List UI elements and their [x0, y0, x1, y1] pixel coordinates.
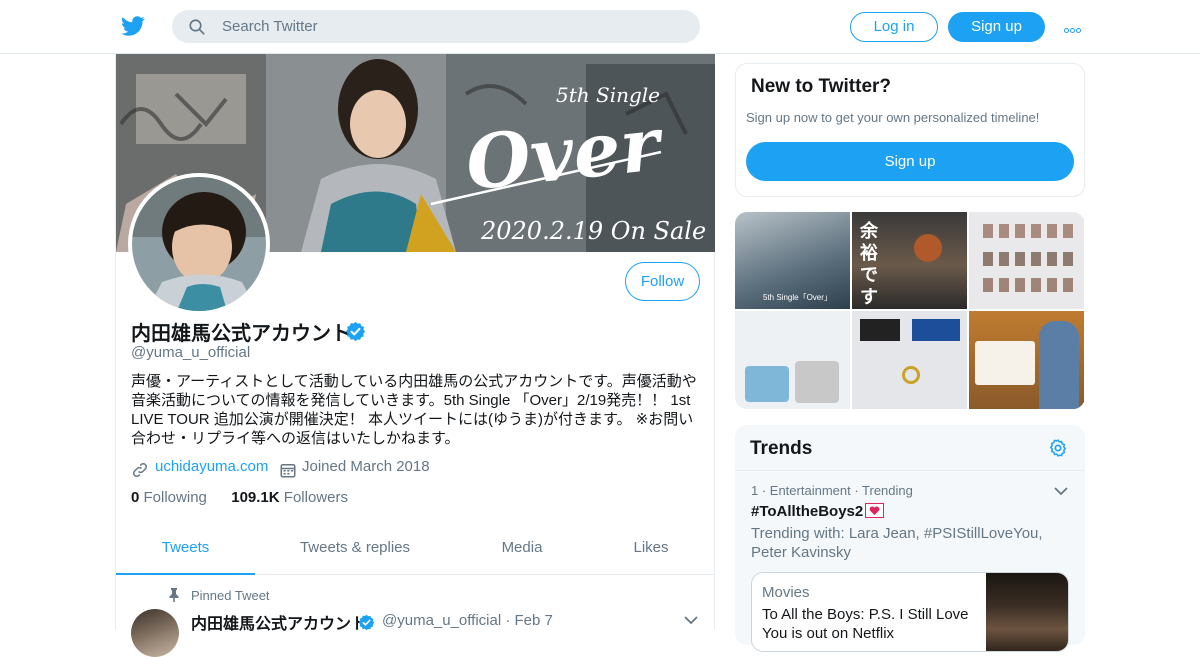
tab-media[interactable]: Media — [478, 526, 566, 575]
followers-count: 109.1K — [231, 489, 280, 506]
signup-side-button[interactable]: Sign up — [746, 142, 1074, 181]
trend-card-title: To All the Boys: P.S. I Still Love You i… — [762, 606, 969, 642]
follow-button[interactable]: Follow — [625, 262, 700, 301]
pin-icon — [169, 588, 179, 602]
profile-bio: 声優・アーティストとして活動している内田雄馬の公式アカウントです。声優活動や音楽… — [131, 373, 697, 447]
tweet-author-name[interactable]: 内田雄馬公式アカウント — [191, 610, 367, 634]
new-to-twitter-subtitle: Sign up now to get your own personalized… — [746, 110, 1040, 125]
tweet-avatar[interactable] — [131, 609, 179, 657]
profile-tabs: Tweets Tweets & replies Media Likes — [116, 526, 715, 575]
search-input[interactable] — [222, 10, 682, 43]
link-icon — [132, 462, 148, 478]
pinned-label: Pinned Tweet — [191, 588, 270, 603]
profile-avatar[interactable] — [128, 173, 270, 315]
profile-stats: 0 Following 109.1K Followers — [131, 489, 348, 506]
trend-trending-with: Trending with: Lara Jean, #PSIStillLoveY… — [751, 525, 1043, 561]
media-thumb-3[interactable] — [969, 212, 1084, 309]
trend-meta: 1 · Entertainment · Trending — [751, 483, 913, 498]
media-thumb-2[interactable]: 余裕です — [852, 212, 967, 309]
login-button[interactable]: Log in — [850, 12, 938, 42]
trend-card-category: Movies — [762, 584, 810, 601]
following-label: Following — [143, 489, 207, 506]
search-icon — [189, 19, 205, 35]
twitter-bird-icon[interactable] — [120, 14, 146, 38]
search-bar — [172, 10, 700, 43]
media-overlay-text: 余裕です — [860, 221, 878, 307]
media-thumb-5[interactable] — [852, 311, 967, 409]
media-thumb-6[interactable] — [969, 311, 1084, 409]
trends-panel: Trends 1 · Entertainment · Trending #ToA… — [735, 425, 1085, 652]
trends-heading: Trends — [750, 438, 813, 459]
svg-text:2020.2.19 On Sale: 2020.2.19 On Sale — [480, 217, 706, 245]
chevron-down-icon[interactable] — [684, 615, 698, 625]
followers-stat[interactable]: 109.1K Followers — [231, 489, 348, 506]
trend-hashtag-text: #ToAlltheBoys2 — [751, 503, 864, 520]
love-letter-icon — [865, 503, 885, 518]
trend-card-image — [986, 573, 1068, 651]
trend-card[interactable]: Movies To All the Boys: P.S. I Still Lov… — [751, 572, 1069, 652]
verified-badge-icon — [358, 614, 375, 631]
more-dots-icon[interactable] — [1064, 20, 1086, 33]
calendar-icon — [280, 464, 296, 478]
media-caption-1: 5th Single「Over」 — [763, 293, 832, 302]
tab-tweets-and-replies[interactable]: Tweets & replies — [280, 526, 430, 575]
following-count: 0 — [131, 489, 140, 506]
gear-icon[interactable] — [1048, 438, 1068, 458]
followers-label: Followers — [283, 489, 348, 506]
tab-likes[interactable]: Likes — [612, 526, 690, 575]
profile-handle: @yuma_u_official — [131, 344, 251, 361]
new-to-twitter-heading: New to Twitter? — [751, 76, 892, 97]
media-thumb-4[interactable] — [735, 311, 850, 409]
trend-hashtag[interactable]: #ToAlltheBoys2 — [751, 503, 885, 520]
profile-column: 5th Single Over 2020.2.19 On Sale Follow… — [115, 54, 715, 657]
verified-badge-icon — [345, 321, 366, 342]
media-grid: 5th Single「Over」 余裕です — [735, 212, 1085, 409]
following-stat[interactable]: 0 Following — [131, 489, 207, 506]
tweet-handle-date[interactable]: @yuma_u_official · Feb 7 — [382, 612, 553, 629]
media-thumb-1[interactable]: 5th Single「Over」 — [735, 212, 850, 309]
pinned-tweet[interactable]: Pinned Tweet 内田雄馬公式アカウント @yuma_u_officia… — [116, 575, 715, 657]
profile-url-link[interactable]: uchidayuma.com — [155, 458, 268, 475]
chevron-down-icon[interactable] — [1054, 486, 1068, 496]
tab-tweets[interactable]: Tweets — [116, 526, 255, 575]
signup-button[interactable]: Sign up — [948, 12, 1045, 42]
profile-name: 内田雄馬公式アカウント — [131, 323, 351, 345]
joined-date: Joined March 2018 — [302, 458, 430, 475]
new-to-twitter-card: New to Twitter? Sign up now to get your … — [735, 63, 1085, 197]
top-navigation-bar: Log in Sign up — [0, 0, 1200, 54]
